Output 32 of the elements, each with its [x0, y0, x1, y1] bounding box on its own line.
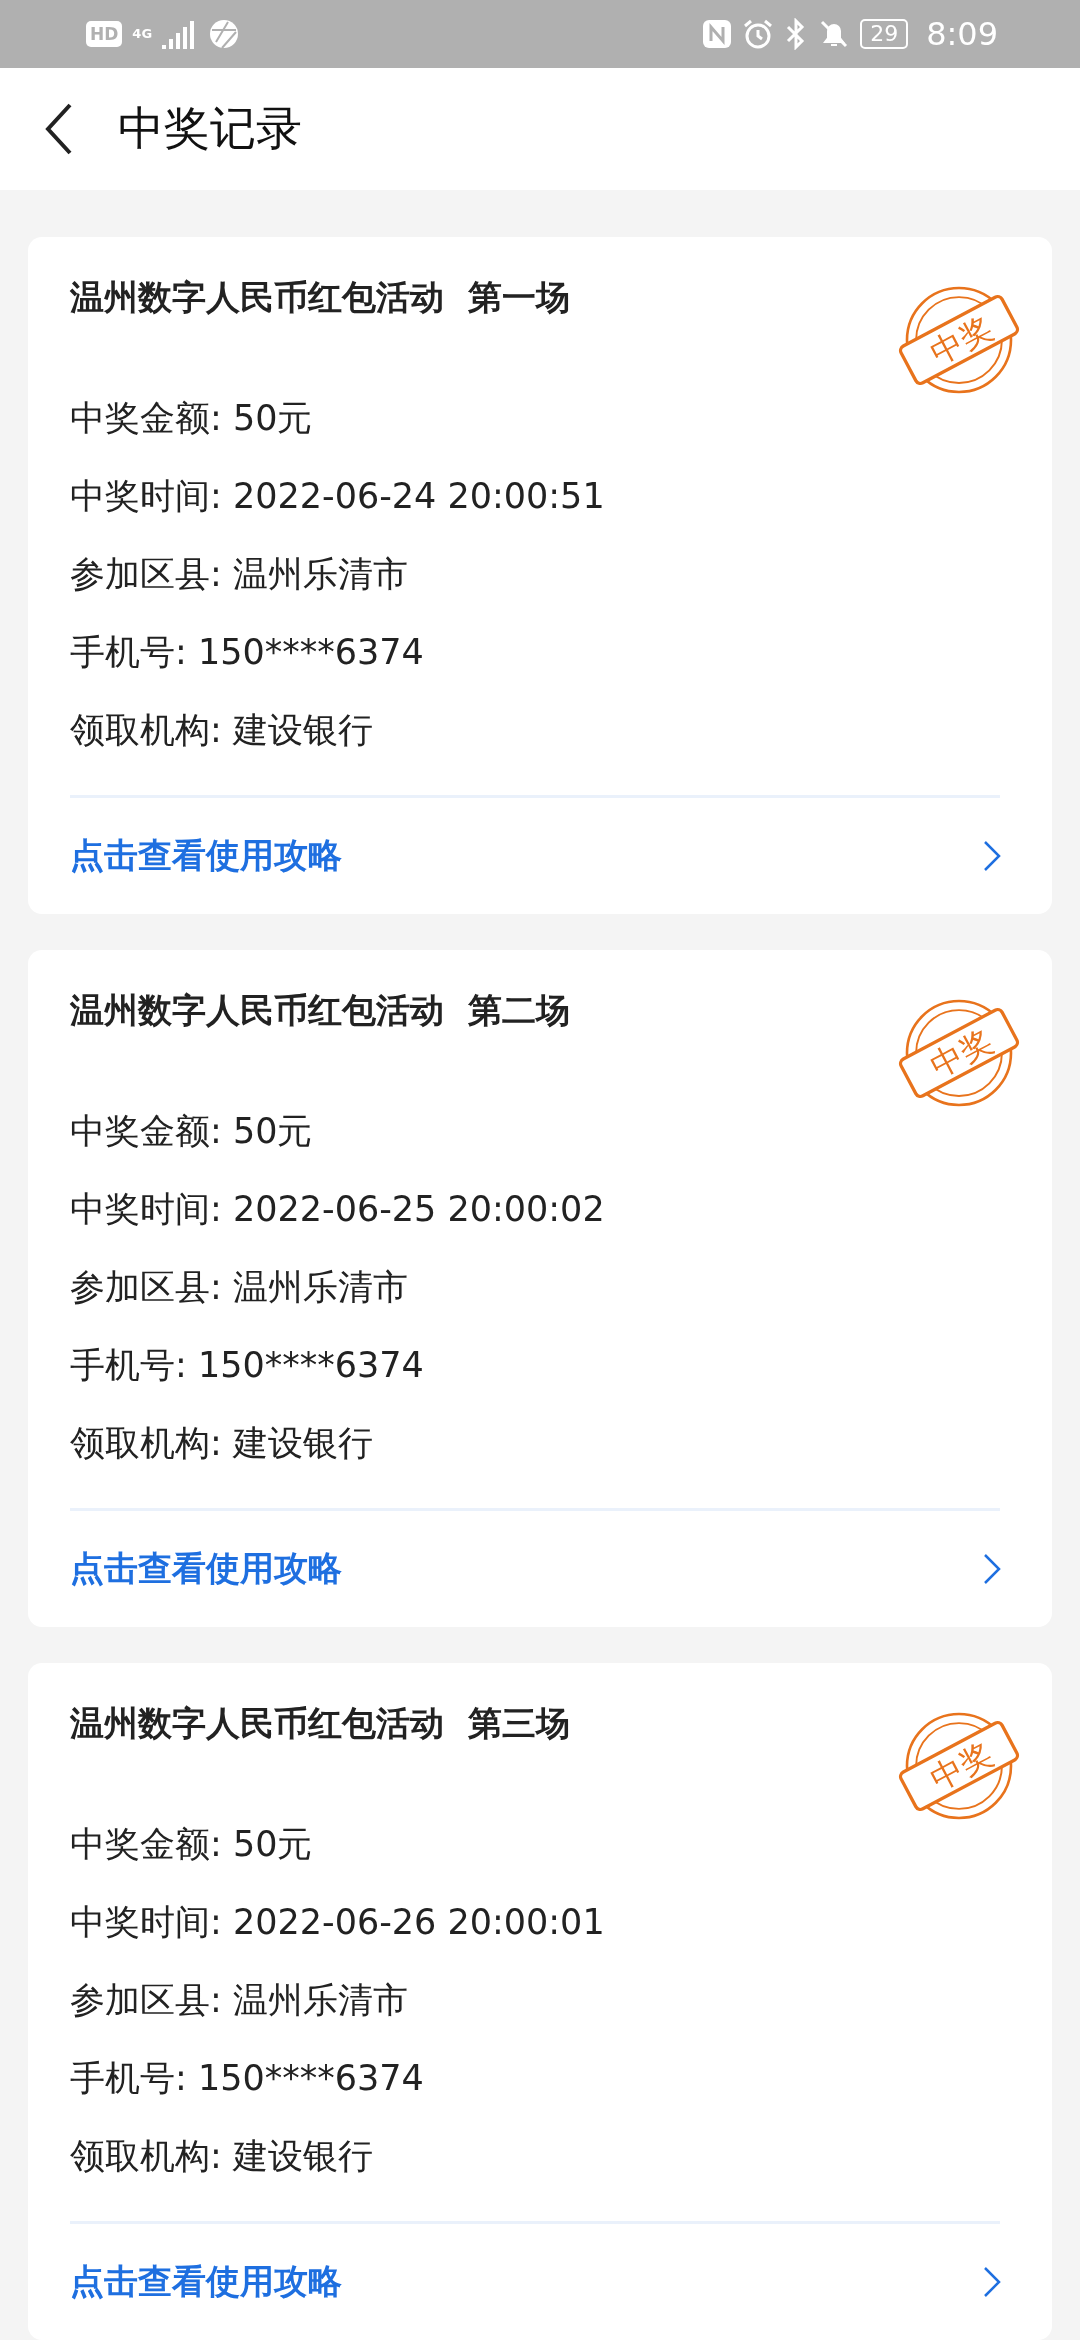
- alarm-icon: [742, 17, 775, 50]
- page-title: 中奖记录: [118, 99, 302, 157]
- usage-guide-link[interactable]: 点击查看使用攻略: [70, 2224, 1002, 2340]
- nfc-icon: [702, 18, 733, 49]
- record-detail: 参加区县: 温州乐清市: [70, 1266, 409, 1309]
- clock-time: 8:09: [926, 14, 998, 53]
- record-detail: 中奖时间: 2022-06-24 20:00:51: [70, 475, 606, 518]
- battery-level: 29: [860, 18, 909, 49]
- activity-title: 温州数字人民币红包活动 第二场: [70, 989, 570, 1032]
- chevron-right-icon: [982, 839, 1002, 873]
- activity-title: 温州数字人民币红包活动 第一场: [70, 276, 570, 319]
- usage-guide-link[interactable]: 点击查看使用攻略: [70, 1511, 1002, 1627]
- record-detail: 手机号: 150****6374: [70, 631, 425, 674]
- usage-guide-link[interactable]: 点击查看使用攻略: [70, 798, 1002, 914]
- record-detail: 中奖金额: 50元: [70, 1110, 314, 1153]
- record-detail: 手机号: 150****6374: [70, 2057, 425, 2100]
- record-detail: 手机号: 150****6374: [70, 1344, 425, 1387]
- chevron-right-icon: [982, 2265, 1002, 2299]
- hd-indicator: HD: [86, 20, 123, 47]
- record-detail: 中奖金额: 50元: [70, 1823, 314, 1866]
- activity-title: 温州数字人民币红包活动 第三场: [70, 1702, 570, 1745]
- record-detail: 中奖金额: 50元: [70, 397, 314, 440]
- record-detail: 领取机构: 建设银行: [70, 2135, 374, 2178]
- record-detail: 参加区县: 温州乐清市: [70, 1979, 409, 2022]
- chevron-right-icon: [982, 1552, 1002, 1586]
- record-detail: 中奖时间: 2022-06-25 20:00:02: [70, 1188, 606, 1231]
- record-detail: 中奖时间: 2022-06-26 20:00:01: [70, 1901, 606, 1944]
- record-detail: 领取机构: 建设银行: [70, 709, 374, 752]
- network-type: 4G: [132, 27, 153, 41]
- record-detail: 参加区县: 温州乐清市: [70, 553, 409, 596]
- globe-icon: [208, 17, 241, 50]
- record-detail: 领取机构: 建设银行: [70, 1422, 374, 1465]
